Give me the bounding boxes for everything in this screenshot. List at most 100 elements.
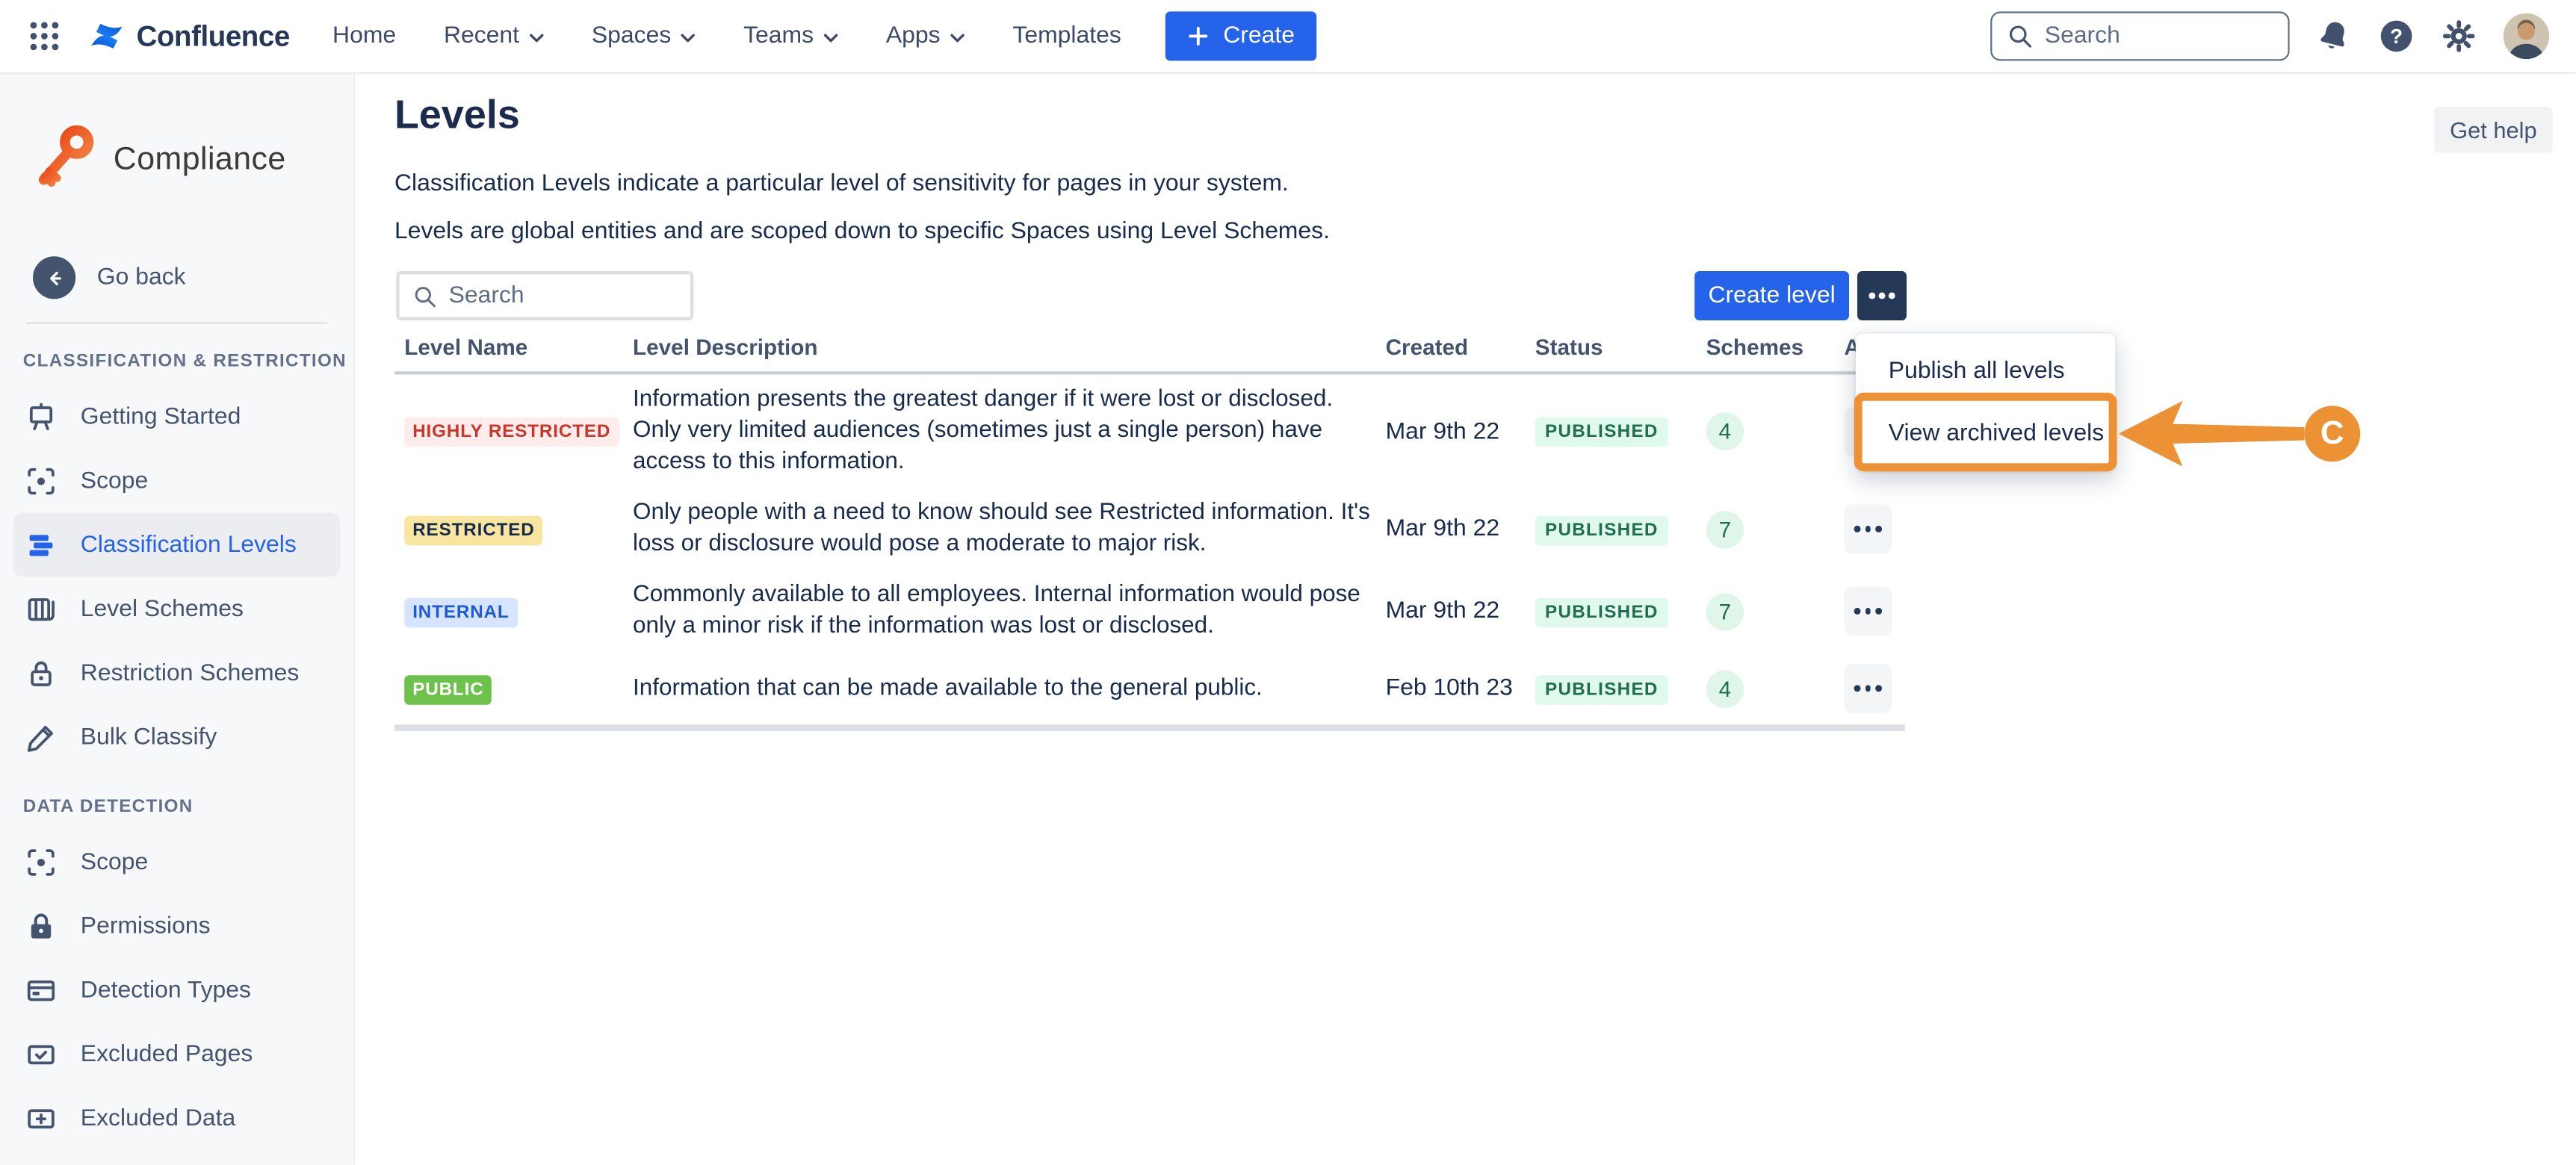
row-actions-button[interactable] <box>1844 504 1892 553</box>
level-description: Commonly available to all employees. Int… <box>633 580 1386 643</box>
column-header-level-name: Level Name <box>394 335 633 360</box>
table-row: RESTRICTED Only people with a need to kn… <box>394 488 1905 570</box>
status-badge: PUBLISHED <box>1535 597 1668 627</box>
global-search-input[interactable] <box>2045 23 2273 49</box>
table-header-row: Level NameLevel DescriptionCreatedStatus… <box>394 329 1905 375</box>
sidebar-section-title: DATA DETECTION <box>23 797 353 816</box>
sidebar-item-scope[interactable]: Scope <box>13 830 341 894</box>
sidebar-item-getting-started[interactable]: Getting Started <box>13 385 341 449</box>
level-name-badge: RESTRICTED <box>404 515 542 545</box>
ellipsis-icon <box>1854 686 1881 692</box>
table-row: HIGHLY RESTRICTED Information presents t… <box>394 375 1905 488</box>
main-content: Get help Levels Classification Levels in… <box>355 74 2575 1165</box>
sidebar-item-excluded-data[interactable]: Excluded Data <box>13 1086 341 1150</box>
row-actions-button[interactable] <box>1844 664 1892 713</box>
sidebar-item-permissions[interactable]: Permissions <box>13 894 341 958</box>
card-plus-icon <box>25 1102 58 1134</box>
level-name-badge: HIGHLY RESTRICTED <box>404 417 619 447</box>
chevron-down-icon <box>529 32 544 43</box>
intro-line-2: Levels are global entities and are scope… <box>394 219 1330 245</box>
nav-item-teams[interactable]: Teams <box>743 23 838 49</box>
levels-search-input[interactable] <box>449 282 678 308</box>
status-badge: PUBLISHED <box>1535 417 1668 447</box>
create-level-button[interactable]: Create level <box>1694 271 1849 320</box>
sidebar-item-label: Detection Types <box>81 977 251 1003</box>
chevron-down-icon <box>681 32 696 43</box>
column-header-status: Status <box>1535 335 1686 360</box>
get-help-button[interactable]: Get help <box>2434 107 2552 153</box>
sidebar-item-label: Restriction Schemes <box>81 659 300 686</box>
more-options-button[interactable] <box>1857 271 1907 320</box>
settings-gear-icon[interactable] <box>2441 18 2477 54</box>
nav-item-label: Spaces <box>592 23 671 49</box>
created-date: Feb 10th 23 <box>1386 675 1535 701</box>
nav-item-home[interactable]: Home <box>332 23 396 49</box>
table-row: PUBLIC Information that can be made avai… <box>394 652 1905 724</box>
nav-item-label: Home <box>332 23 396 49</box>
card-check-icon <box>25 1037 58 1070</box>
help-icon[interactable]: ? <box>2378 18 2414 54</box>
card-icon <box>25 974 58 1007</box>
search-icon <box>2007 23 2033 49</box>
intro-line-1: Classification Levels indicate a particu… <box>394 171 1289 197</box>
nav-item-templates[interactable]: Templates <box>1012 23 1121 49</box>
chevron-down-icon <box>950 32 965 43</box>
compliance-app-logo: Compliance <box>33 123 353 196</box>
top-navigation-bar: Confluence Home Recent Spaces Teams Apps… <box>0 0 2575 74</box>
row-actions-button[interactable] <box>1844 586 1892 636</box>
level-name-badge: PUBLIC <box>404 674 492 704</box>
sidebar-sections: CLASSIFICATION & RESTRICTION Getting Sta… <box>0 352 353 1150</box>
scope-icon <box>25 465 58 497</box>
ellipsis-icon <box>1854 526 1881 532</box>
levels-search[interactable] <box>396 271 693 320</box>
sidebar-item-label: Level Schemes <box>81 596 244 622</box>
sidebar-item-excluded-pages[interactable]: Excluded Pages <box>13 1022 341 1086</box>
nav-item-apps[interactable]: Apps <box>886 23 965 49</box>
sidebar-item-label: Permissions <box>81 913 211 939</box>
create-button-label: Create <box>1223 23 1295 49</box>
table-body: HIGHLY RESTRICTED Information presents t… <box>394 375 1905 731</box>
nav-item-label: Templates <box>1012 23 1121 49</box>
key-icon <box>33 123 99 196</box>
ellipsis-icon <box>1854 608 1881 614</box>
levels-table: Level NameLevel DescriptionCreatedStatus… <box>394 329 1905 731</box>
lock-filled-icon <box>25 910 58 942</box>
sidebar-item-level-schemes[interactable]: Level Schemes <box>13 577 341 641</box>
sidebar-item-label: Excluded Data <box>81 1105 235 1131</box>
notifications-bell-icon[interactable] <box>2316 18 2352 54</box>
created-date: Mar 9th 22 <box>1386 516 1535 542</box>
global-search[interactable] <box>1990 11 2289 60</box>
easel-icon <box>25 400 58 433</box>
nav-item-label: Recent <box>444 23 519 49</box>
go-back-button[interactable]: Go back <box>33 256 353 299</box>
topnav-right-cluster: ? <box>1990 11 2549 60</box>
sidebar-item-detection-types[interactable]: Detection Types <box>13 958 341 1022</box>
board-icon <box>25 592 58 625</box>
sidebar-item-scope[interactable]: Scope <box>13 449 341 513</box>
app-switcher-grid-icon[interactable] <box>26 18 62 54</box>
levels-icon <box>25 528 58 561</box>
level-name-badge: INTERNAL <box>404 597 517 627</box>
status-badge: PUBLISHED <box>1535 515 1668 545</box>
annotation-letter-badge: C <box>2304 406 2360 462</box>
plus-icon <box>1187 25 1210 48</box>
sidebar-item-restriction-schemes[interactable]: Restriction Schemes <box>13 641 341 705</box>
annotation-arrow <box>2117 397 2308 470</box>
scope-icon <box>25 845 58 878</box>
table-row: INTERNAL Commonly available to all emplo… <box>394 570 1905 652</box>
go-back-label: Go back <box>97 264 186 291</box>
ellipsis-icon <box>1868 293 1895 299</box>
nav-item-spaces[interactable]: Spaces <box>592 23 696 49</box>
create-button[interactable]: Create <box>1165 11 1316 60</box>
confluence-logo[interactable]: Confluence <box>87 16 290 56</box>
nav-item-recent[interactable]: Recent <box>444 23 544 49</box>
created-date: Mar 9th 22 <box>1386 598 1535 624</box>
user-avatar[interactable] <box>2504 13 2550 60</box>
sidebar-item-classification-levels[interactable]: Classification Levels <box>13 512 341 577</box>
sidebar-item-label: Getting Started <box>81 403 241 429</box>
sidebar-item-label: Bulk Classify <box>81 724 217 750</box>
sidebar-item-bulk-classify[interactable]: Bulk Classify <box>13 705 341 769</box>
sidebar-divider <box>26 322 327 323</box>
screen: Confluence Home Recent Spaces Teams Apps… <box>0 0 2576 1165</box>
arrow-left-icon <box>33 256 75 299</box>
